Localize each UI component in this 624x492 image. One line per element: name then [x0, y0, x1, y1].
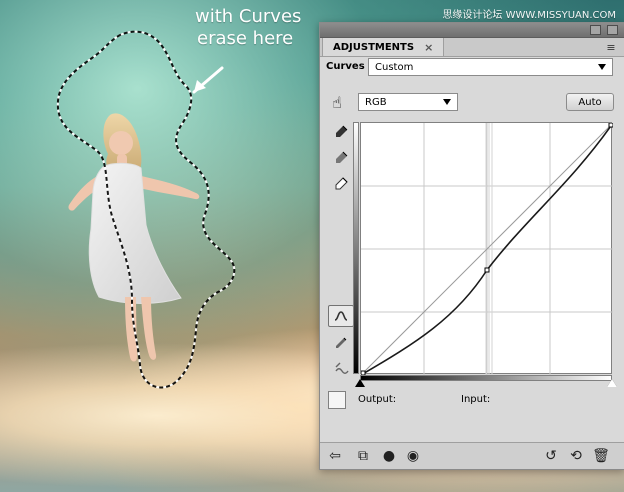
curves-label: Curves [326, 61, 365, 72]
tab-adjustments-label: ADJUSTMENTS [333, 41, 415, 53]
io-row: Output: Input: [326, 389, 616, 411]
titlebar-controls [590, 25, 618, 35]
auto-button[interactable]: Auto [566, 93, 614, 111]
pencil-svg [336, 337, 347, 348]
black-slider[interactable] [355, 379, 365, 387]
tab-close-icon[interactable]: × [424, 41, 433, 54]
output-gradient-bar [353, 122, 359, 374]
white-slider[interactable] [607, 379, 617, 387]
chevron-down-icon [598, 64, 606, 70]
curve-endpoint-white[interactable] [608, 122, 614, 128]
white-eyedropper-icon[interactable] [328, 173, 354, 195]
output-label: Output: [358, 394, 397, 405]
curves-tools [328, 121, 354, 374]
refresh-icon[interactable]: ⟲ [567, 447, 585, 465]
smooth-svg [335, 362, 349, 374]
layer-visibility-icon[interactable]: ● [380, 447, 398, 465]
annotation-text: with Curves erase here [195, 6, 317, 50]
preset-select-value: Custom [375, 61, 414, 73]
back-icon[interactable]: ⇦ [326, 447, 344, 465]
input-label: Input: [461, 394, 491, 405]
curves-preset-row: Curves Custom [320, 55, 624, 81]
channel-select-value: RGB [365, 96, 387, 108]
curve-mode-icon[interactable] [328, 305, 354, 327]
input-gradient-bar [360, 375, 612, 381]
black-eyedropper-svg [336, 125, 348, 137]
smooth-icon[interactable] [328, 357, 354, 379]
reset-icon[interactable]: ↺ [542, 447, 560, 465]
annotation-line-2: erase here [197, 28, 294, 49]
chevron-down-icon [443, 99, 451, 105]
black-eyedropper-icon[interactable] [328, 121, 354, 143]
gray-eyedropper-icon[interactable] [328, 147, 354, 169]
adjustments-panel: ADJUSTMENTS × ≡ Curves Custom ☝ RGB Auto [319, 22, 624, 470]
white-eyedropper-svg [335, 177, 348, 190]
channel-row: ☝ RGB Auto [320, 87, 624, 117]
curves-graph[interactable] [360, 122, 614, 376]
watermark-text: 思缘设计论坛 WWW.MISSYUAN.COM [442, 10, 616, 21]
collapse-icon[interactable] [590, 25, 601, 35]
girl-figure [68, 113, 200, 362]
view-previous-icon[interactable]: ◉ [404, 447, 422, 465]
panel-menu-icon[interactable]: ≡ [604, 41, 618, 54]
trash-icon[interactable]: 🗑 [592, 447, 610, 465]
panel-footer: ⇦ ⧉ ● ◉ ↺ ⟲ 🗑 [320, 442, 624, 469]
panel-titlebar [320, 23, 624, 38]
clip-warning-icon[interactable] [328, 391, 346, 409]
annotation-line-1: with Curves [195, 6, 302, 27]
targeted-adjustment-icon[interactable]: ☝ [326, 93, 348, 112]
clip-to-layer-icon[interactable]: ⧉ [354, 447, 372, 465]
tab-adjustments[interactable]: ADJUSTMENTS × [322, 38, 445, 56]
preset-select[interactable]: Custom [368, 58, 613, 76]
close-icon[interactable] [607, 25, 618, 35]
curves-graph-svg [360, 122, 614, 376]
channel-select[interactable]: RGB [358, 93, 458, 111]
pencil-icon[interactable] [328, 331, 354, 353]
gray-eyedropper-svg [336, 151, 348, 163]
curve-mode-svg [334, 311, 348, 321]
curve-point[interactable] [484, 267, 490, 273]
